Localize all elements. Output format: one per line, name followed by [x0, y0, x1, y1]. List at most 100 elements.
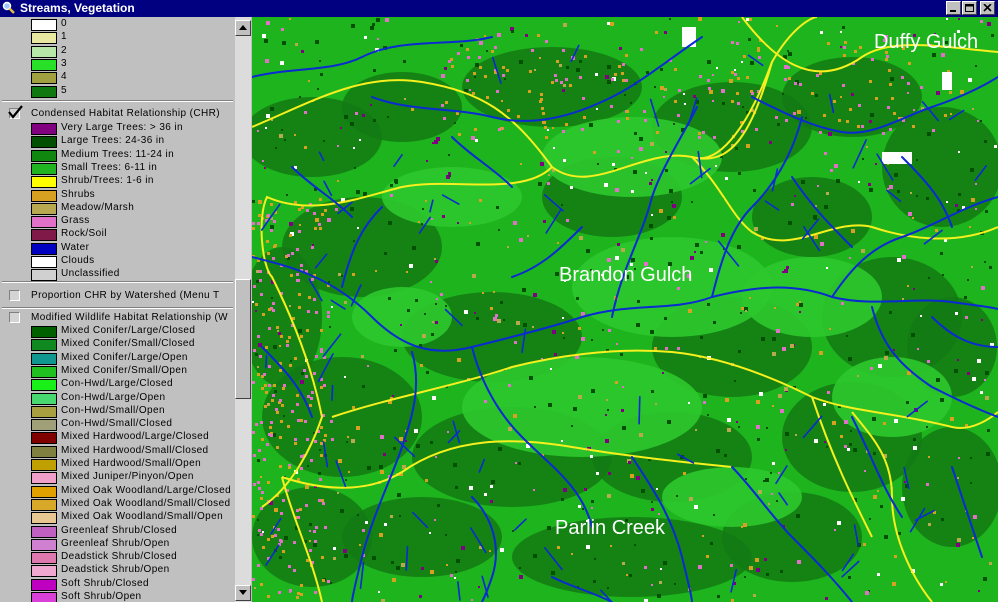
vegetation-pixel — [327, 311, 330, 314]
vegetation-pixel — [523, 323, 527, 327]
vegetation-pixel — [319, 449, 321, 451]
legend-chr-swatch — [31, 136, 57, 149]
vegetation-pixel — [617, 243, 620, 246]
vegetation-pixel — [257, 366, 259, 368]
vegetation-pixel — [484, 493, 487, 496]
vegetation-pixel — [859, 46, 862, 49]
scroll-down-button[interactable] — [235, 585, 251, 601]
vegetation-pixel — [416, 444, 420, 448]
vegetation-pixel — [902, 298, 904, 300]
vegetation-pixel — [913, 446, 917, 450]
vegetation-pixel — [780, 570, 783, 573]
layer-proportion-checkbox[interactable] — [9, 290, 20, 301]
toc-scrollbar[interactable] — [235, 17, 251, 602]
vegetation-pixel — [299, 508, 302, 511]
vegetation-pixel — [323, 384, 326, 387]
vegetation-pixel — [814, 235, 818, 239]
vegetation-pixel — [901, 497, 905, 501]
vegetation-pixel — [532, 326, 534, 328]
close-button[interactable] — [980, 1, 995, 15]
vegetation-pixel — [796, 303, 799, 306]
layer-mwhr-checkbox[interactable] — [9, 312, 20, 323]
vegetation-pixel — [756, 425, 760, 429]
maximize-button[interactable] — [962, 1, 977, 15]
vegetation-pixel — [377, 38, 379, 40]
scroll-thumb[interactable] — [235, 279, 251, 399]
legend-mwhr-swatch — [31, 485, 57, 498]
vegetation-pixel — [293, 569, 296, 572]
vegetation-pixel — [664, 88, 667, 91]
vegetation-pixel — [885, 351, 889, 355]
minimize-button[interactable] — [946, 1, 961, 15]
table-of-contents: 0 123 45 Condensed Habitat Relationship (C… — [0, 17, 235, 602]
vegetation-pixel — [864, 470, 866, 472]
legend-top-swatch — [31, 58, 57, 71]
vegetation-pixel — [392, 395, 394, 397]
vegetation-pixel — [846, 335, 848, 337]
vegetation-pixel — [610, 22, 614, 26]
vegetation-pixel — [840, 46, 842, 48]
vegetation-pixel — [702, 535, 704, 537]
vegetation-pixel — [584, 55, 587, 58]
vegetation-pixel — [678, 89, 681, 92]
vegetation-pixel — [703, 401, 706, 404]
vegetation-pixel — [308, 80, 310, 82]
vegetation-pixel — [840, 31, 842, 33]
vegetation-pixel — [785, 432, 789, 436]
vegetation-pixel — [331, 306, 333, 308]
legend-mwhr-label: Mixed Hardwood/Small/Closed — [61, 444, 209, 456]
vegetation-pixel — [566, 219, 569, 222]
vegetation-pixel — [253, 349, 256, 352]
vegetation-pixel — [335, 208, 338, 211]
vegetation-pixel — [320, 426, 323, 429]
legend-chr-swatch — [31, 216, 57, 229]
vegetation-pixel — [311, 246, 314, 249]
vegetation-pixel — [297, 516, 300, 519]
vegetation-pixel — [626, 110, 629, 113]
vegetation-pixel — [758, 56, 761, 59]
vegetation-pixel — [893, 112, 896, 115]
vegetation-pixel — [801, 180, 805, 184]
vegetation-pixel — [991, 34, 994, 37]
vegetation-pixel — [958, 18, 960, 20]
vegetation-pixel — [980, 391, 983, 394]
vegetation-pixel — [270, 434, 273, 437]
vegetation-pixel — [785, 119, 788, 122]
vegetation-pixel — [363, 192, 367, 196]
vegetation-pixel — [323, 140, 325, 142]
label-duffy-gulch: Duffy Gulch — [874, 31, 979, 53]
vegetation-pixel — [258, 487, 261, 490]
vegetation-pixel — [861, 125, 864, 128]
vegetation-pixel — [659, 209, 663, 213]
legend-top-swatch — [31, 45, 57, 58]
scroll-up-button[interactable] — [235, 20, 251, 36]
vegetation-pixel — [257, 222, 260, 225]
vegetation-pixel — [958, 193, 961, 196]
vegetation-pixel — [279, 369, 282, 372]
vegetation-pixel — [322, 579, 325, 582]
vegetation-pixel — [356, 190, 360, 194]
vegetation-pixel — [684, 103, 686, 105]
vegetation-pixel — [403, 60, 406, 63]
vegetation-pixel — [252, 222, 255, 225]
vegetation-pixel — [257, 519, 259, 521]
vegetation-pixel — [255, 353, 258, 356]
vegetation-pixel — [622, 562, 625, 565]
legend-top-label: 4 — [61, 71, 67, 83]
map-canvas[interactable]: Duffy Gulch Brandon Gulch Parlin Creek — [252, 17, 998, 602]
vegetation-pixel — [813, 215, 817, 219]
layer-proportion-name: Proportion CHR by Watershed (Menu T — [31, 290, 220, 301]
vegetation-pixel — [447, 431, 449, 433]
vegetation-pixel — [319, 60, 321, 62]
vegetation-pixel — [503, 319, 505, 321]
vegetation-pixel — [907, 82, 910, 85]
vegetation-pixel — [333, 547, 336, 550]
vegetation-pixel — [954, 369, 958, 373]
window-titlebar[interactable]: Streams, Vegetation — [0, 0, 998, 17]
vegetation-pixel — [274, 508, 278, 512]
vegetation-pixel — [256, 270, 259, 273]
vegetation-pixel — [700, 251, 703, 254]
vegetation-pixel — [737, 102, 740, 105]
vegetation-pixel — [276, 446, 279, 449]
vegetation-pixel — [300, 584, 303, 587]
